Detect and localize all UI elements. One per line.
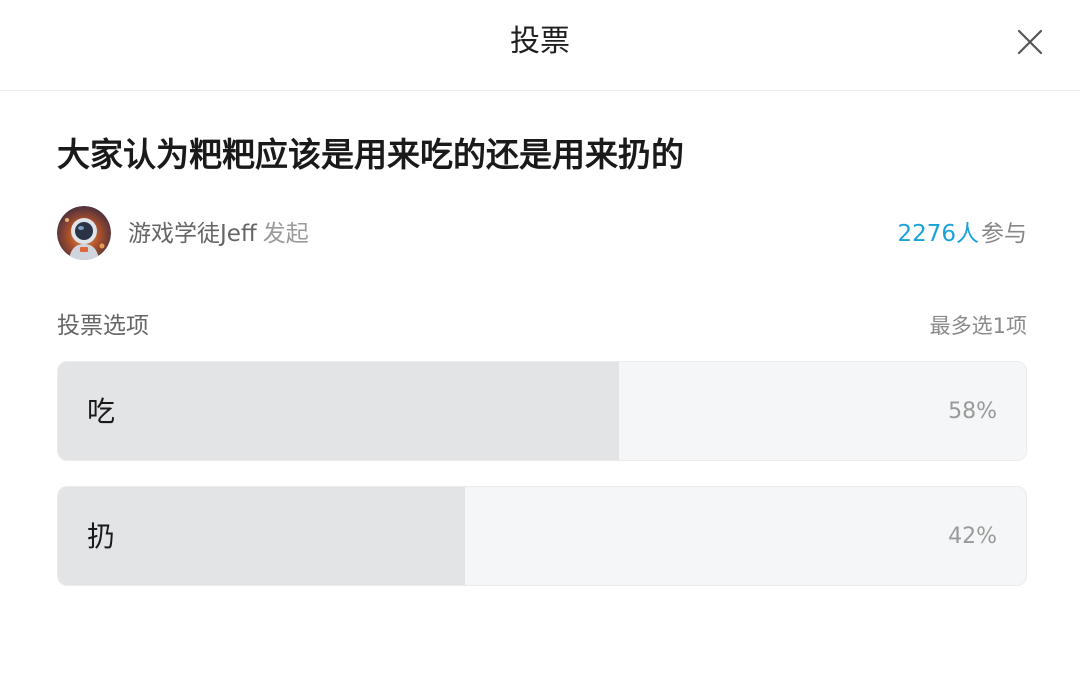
participants-count: 2276人 <box>897 221 979 247</box>
author-name[interactable]: 游戏学徒Jeff <box>128 221 257 247</box>
options-header: 投票选项 最多选1项 <box>57 310 1027 342</box>
option-label: 吃 <box>87 395 116 428</box>
options-title: 投票选项 <box>57 313 149 339</box>
poll-question: 大家认为粑粑应该是用来吃的还是用来扔的 <box>57 135 684 174</box>
participants-suffix: 参与 <box>981 221 1027 247</box>
option-percent: 58% <box>948 399 997 424</box>
option-percent: 42% <box>948 524 997 549</box>
dialog-title: 投票 <box>510 24 570 59</box>
avatar[interactable] <box>57 206 111 260</box>
option-fill-bar <box>58 362 620 460</box>
poll-dialog: 投票 大家认为粑粑应该是用来吃的还是用来扔的 游戏学徒Jeff 发起 2276人… <box>0 0 1080 679</box>
option-fill-bar <box>58 487 465 585</box>
author-row: 游戏学徒Jeff 发起 2276人参与 <box>57 206 1027 260</box>
options-limit: 最多选1项 <box>929 314 1027 338</box>
author-action: 发起 <box>262 221 309 247</box>
participants-info: 2276人参与 <box>897 219 1027 249</box>
option-label: 扔 <box>87 520 116 553</box>
close-icon <box>1017 29 1043 55</box>
author-info: 游戏学徒Jeff 发起 <box>128 219 309 249</box>
avatar-astronaut-icon <box>57 206 111 260</box>
close-button[interactable] <box>1010 22 1050 62</box>
poll-option-throw[interactable]: 扔 42% <box>57 486 1027 586</box>
dialog-header: 投票 <box>0 0 1080 91</box>
poll-option-eat[interactable]: 吃 58% <box>57 361 1027 461</box>
